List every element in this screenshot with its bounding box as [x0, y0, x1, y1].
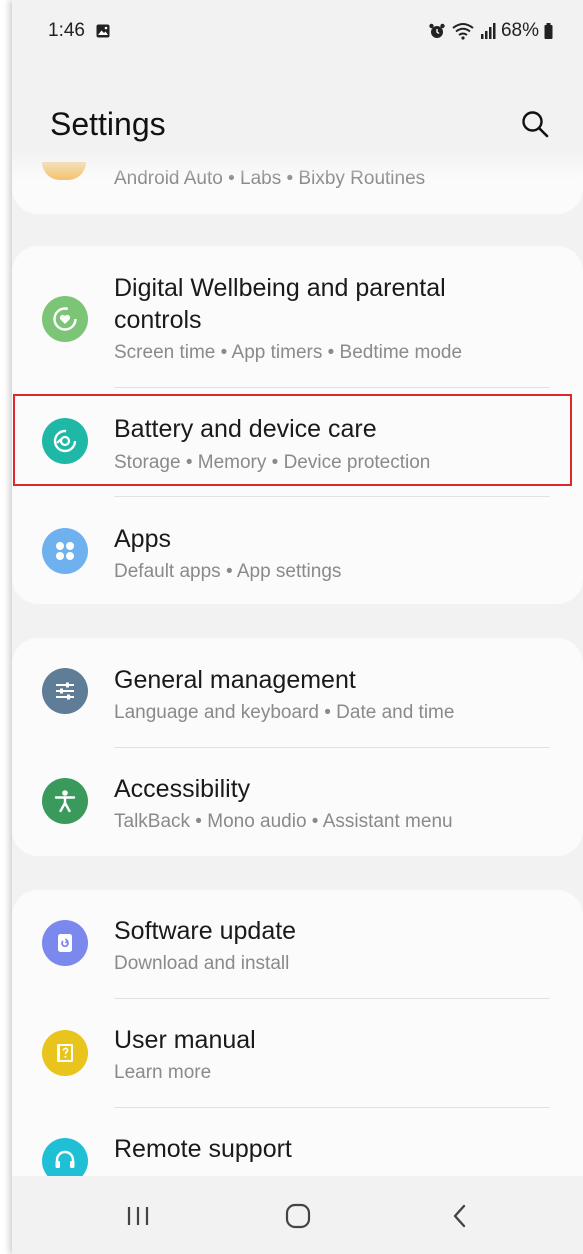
page-title: Settings: [50, 106, 166, 142]
signal-icon: [480, 23, 496, 39]
divider: [114, 1107, 550, 1108]
home-icon: [285, 1203, 311, 1229]
setting-title: User manual: [114, 1026, 256, 1054]
wifi-icon: [452, 23, 474, 40]
setting-subtitle: TalkBack • Mono audio • Assistant menu: [114, 811, 453, 832]
highlight-box: [13, 394, 572, 486]
recents-button[interactable]: [116, 1196, 160, 1236]
digital-wellbeing-icon: [42, 296, 88, 342]
navigation-bar: [12, 1176, 583, 1254]
setting-software-update[interactable]: Software update Download and install: [12, 896, 583, 998]
apps-icon: [42, 528, 88, 574]
setting-title: Accessibility: [114, 775, 251, 803]
setting-apps[interactable]: Apps Default apps • App settings: [12, 506, 583, 604]
alarm-icon: [429, 23, 445, 38]
phone-screen: 1:46 68% Settings Digital Wellbeing and …: [12, 0, 583, 1254]
setting-general-management[interactable]: General management Language and keyboard…: [12, 646, 583, 746]
setting-user-manual[interactable]: User manual Learn more: [12, 1006, 583, 1106]
divider: [114, 496, 550, 497]
setting-digital-wellbeing[interactable]: Digital Wellbeing and parental controls …: [12, 250, 583, 382]
divider: [114, 387, 550, 388]
setting-subtitle: Download and install: [114, 953, 290, 974]
software-update-icon: [42, 920, 88, 966]
setting-title: Software update: [114, 917, 297, 945]
status-time: 1:46: [48, 20, 85, 41]
divider: [114, 747, 550, 748]
setting-title: Apps: [114, 525, 171, 553]
recents-icon: [127, 1207, 149, 1225]
home-button[interactable]: [276, 1196, 320, 1236]
setting-title: Digital Wellbeing and parental controls: [114, 274, 446, 334]
scroll-fade: [12, 150, 583, 180]
setting-title: Remote support: [114, 1135, 292, 1163]
setting-subtitle: Language and keyboard • Date and time: [114, 702, 455, 723]
search-icon: [522, 111, 549, 138]
setting-subtitle: Default apps • App settings: [114, 561, 342, 582]
setting-subtitle: Learn more: [114, 1062, 212, 1083]
back-icon: [453, 1204, 466, 1228]
user-manual-icon: [42, 1030, 88, 1076]
accessibility-icon: [42, 778, 88, 824]
setting-subtitle: Screen time • App timers • Bedtime mode: [114, 342, 463, 363]
search-button[interactable]: [517, 106, 553, 142]
battery-percent: 68%: [500, 20, 539, 41]
setting-title: General management: [114, 666, 356, 694]
gallery-notification-icon: [96, 24, 110, 38]
battery-icon: [544, 23, 553, 39]
status-bar: 1:46 68%: [12, 0, 583, 62]
sliders-icon: [42, 668, 88, 714]
divider: [114, 998, 550, 999]
setting-accessibility[interactable]: Accessibility TalkBack • Mono audio • As…: [12, 756, 583, 856]
back-button[interactable]: [438, 1196, 482, 1236]
